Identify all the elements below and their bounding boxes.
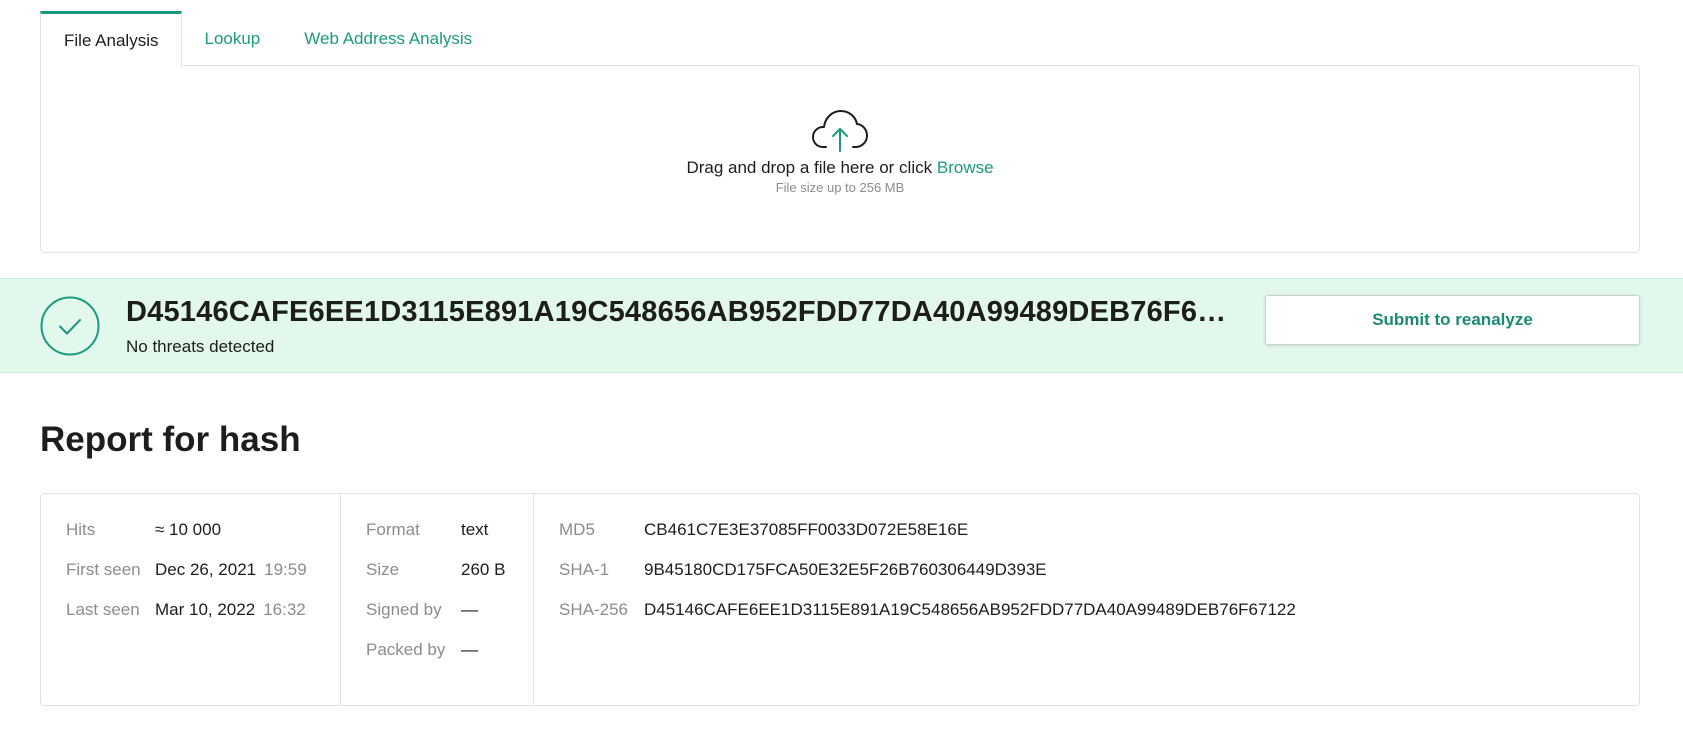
upload-content: Drag and drop a file here or click Brows… [41, 106, 1639, 195]
packed-by-label: Packed by [366, 640, 446, 659]
check-circle-icon [40, 296, 100, 356]
browse-link[interactable]: Browse [937, 158, 994, 177]
analysis-tabs: File Analysis Lookup Web Address Analysi… [40, 11, 494, 67]
packed-by-row: Packed by — [366, 640, 508, 680]
verdict-text: No threats detected [126, 337, 275, 356]
result-hash: D45146CAFE6EE1D3115E891A19C548656AB952FD… [126, 296, 1241, 328]
signed-by-label: Signed by [366, 600, 442, 619]
drop-prompt-text: Drag and drop a file here or click [686, 158, 933, 177]
hits-label: Hits [66, 520, 96, 539]
size-label: Size [366, 560, 400, 579]
sha1-row: SHA-1 9B45180CD175FCA50E32E5F26B76030644… [559, 560, 1614, 600]
first-seen-time: 19:59 [264, 560, 307, 579]
format-label: Format [366, 520, 420, 539]
report-hashes-column: MD5 CB461C7E3E37085FF0033D072E58E16E SHA… [533, 494, 1639, 705]
submit-reanalyze-button[interactable]: Submit to reanalyze [1265, 295, 1640, 345]
report-card: Hits ≈ 10 000 First seen Dec 26, 2021 19… [40, 493, 1640, 706]
file-size-hint: File size up to 256 MB [775, 180, 905, 195]
tab-lookup[interactable]: Lookup [182, 11, 282, 66]
first-seen-row: First seen Dec 26, 2021 19:59 [66, 560, 315, 600]
report-stats-column: Hits ≈ 10 000 First seen Dec 26, 2021 19… [41, 494, 340, 705]
sha256-label: SHA-256 [559, 600, 628, 619]
last-seen-time: 16:32 [263, 600, 306, 619]
tab-web-address-analysis[interactable]: Web Address Analysis [282, 11, 494, 66]
cloud-upload-icon [812, 110, 868, 152]
report-title: Report for hash [40, 420, 301, 459]
tab-file-analysis[interactable]: File Analysis [40, 11, 183, 67]
sha1-label: SHA-1 [559, 560, 610, 579]
md5-label: MD5 [559, 520, 595, 539]
sha256-value: D45146CAFE6EE1D3115E891A19C548656AB952FD… [644, 600, 1296, 619]
last-seen-row: Last seen Mar 10, 2022 16:32 [66, 600, 315, 640]
first-seen-label: First seen [66, 560, 141, 579]
signed-by-row: Signed by — [366, 600, 508, 640]
packed-by-value: — [461, 640, 478, 659]
file-drop-zone[interactable]: Drag and drop a file here or click Brows… [40, 65, 1640, 253]
md5-value: CB461C7E3E37085FF0033D072E58E16E [644, 520, 969, 539]
format-value: text [461, 520, 489, 539]
last-seen-date: Mar 10, 2022 [155, 600, 256, 619]
drop-prompt: Drag and drop a file here or click Brows… [41, 158, 1639, 178]
md5-row: MD5 CB461C7E3E37085FF0033D072E58E16E [559, 520, 1614, 560]
hits-row: Hits ≈ 10 000 [66, 520, 315, 560]
sha1-value: 9B45180CD175FCA50E32E5F26B760306449D393E [644, 560, 1047, 579]
size-row: Size 260 B [366, 560, 508, 600]
scan-result-banner: D45146CAFE6EE1D3115E891A19C548656AB952FD… [0, 278, 1683, 373]
signed-by-value: — [461, 600, 478, 619]
format-row: Format text [366, 520, 508, 560]
last-seen-label: Last seen [66, 600, 140, 619]
first-seen-date: Dec 26, 2021 [155, 560, 257, 579]
report-file-column: Format text Size 260 B Signed by — Packe… [340, 494, 533, 705]
sha256-row: SHA-256 D45146CAFE6EE1D3115E891A19C54865… [559, 600, 1614, 640]
hits-value: ≈ 10 000 [155, 520, 222, 539]
size-value: 260 B [461, 560, 506, 579]
